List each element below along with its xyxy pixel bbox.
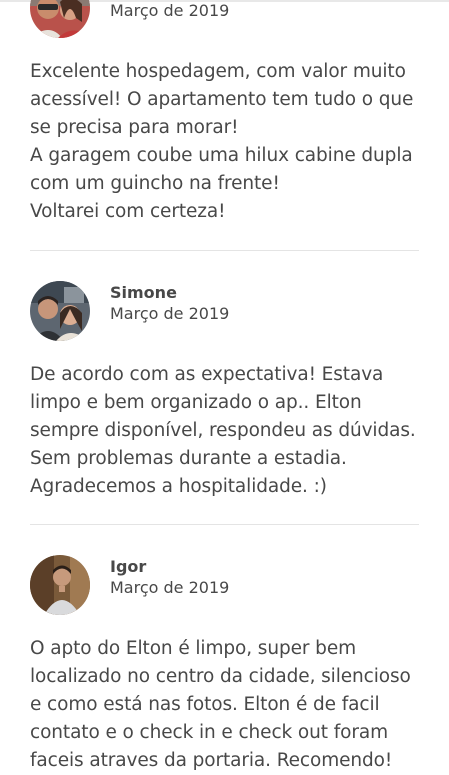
review-header: Março de 2019 (30, 0, 420, 38)
man-photo-avatar-icon (30, 555, 90, 615)
review-divider (30, 250, 419, 251)
reviewer-avatar[interactable] (30, 0, 90, 38)
review-date: Março de 2019 (110, 304, 230, 323)
couple-photo-avatar-icon (30, 281, 90, 341)
review-card: Simone Março de 2019 De acordo com as ex… (30, 281, 420, 501)
review-text: De acordo com as expectativa! Estava lim… (30, 364, 416, 497)
review-card: Igor Março de 2019 O apto do Elton é lim… (30, 555, 420, 775)
review-text: O apto do Elton é limpo, super bem local… (30, 638, 411, 771)
review-date: Março de 2019 (110, 1, 230, 20)
review-divider (30, 524, 419, 525)
reviewer-avatar[interactable] (30, 555, 90, 615)
review-header: Igor Março de 2019 (30, 555, 420, 615)
reviewer-name: Simone (110, 283, 177, 302)
review-card: Março de 2019 Excelente hospedagem, com … (30, 0, 420, 226)
review-text: Excelente hospedagem, com valor muito ac… (30, 61, 414, 222)
reviewer-name: Igor (110, 557, 147, 576)
review-header: Simone Março de 2019 (30, 281, 420, 341)
couple-photo-avatar-icon (30, 0, 90, 38)
reviewer-avatar[interactable] (30, 281, 90, 341)
review-date: Março de 2019 (110, 578, 230, 597)
